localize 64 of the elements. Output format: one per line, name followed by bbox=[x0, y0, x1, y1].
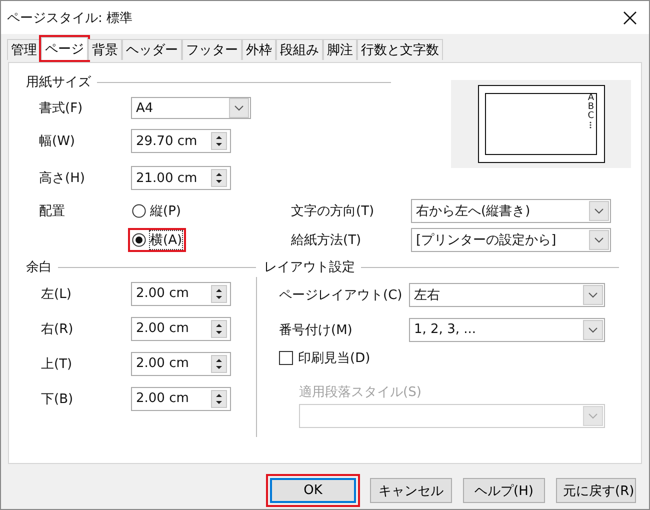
chevron-icon bbox=[583, 320, 603, 340]
dropdown[interactable]: 左右 bbox=[409, 282, 605, 306]
radio-icon[interactable] bbox=[132, 233, 146, 247]
preview-letter: A bbox=[588, 94, 594, 103]
field-label: 書式(F) bbox=[38, 100, 84, 117]
dots-icon bbox=[589, 121, 592, 129]
field-label: 左(L) bbox=[40, 286, 72, 302]
tab[interactable]: 管理 bbox=[7, 39, 41, 60]
checkbox-option[interactable]: 印刷見当(D) bbox=[279, 347, 619, 369]
field-label: 高さ(H) bbox=[38, 170, 86, 187]
field-label: ページレイアウト(C) bbox=[279, 286, 404, 304]
radio-option[interactable]: 縦(P) bbox=[130, 201, 183, 221]
preview-letter: C bbox=[588, 112, 594, 121]
dropdown[interactable]: 1, 2, 3, ... bbox=[409, 318, 605, 342]
close-icon[interactable] bbox=[623, 10, 637, 24]
spin-field[interactable]: 21.00 cm bbox=[131, 166, 231, 190]
dialog-button[interactable]: 元に戻す(R) bbox=[556, 478, 636, 503]
spinner-icon[interactable] bbox=[211, 169, 227, 187]
dialog-button[interactable]: ヘルプ(H) bbox=[463, 478, 545, 503]
chevron-icon bbox=[589, 230, 609, 250]
field-label: 番号付け(M) bbox=[279, 322, 354, 338]
section-heading: 用紙サイズ bbox=[26, 74, 91, 91]
chevron-icon bbox=[589, 201, 609, 221]
section-heading: 余白 bbox=[26, 259, 52, 276]
tab[interactable]: ページ bbox=[41, 37, 88, 60]
tab[interactable]: 行数と文字数 bbox=[357, 39, 443, 60]
dropdown[interactable]: [プリンターの設定から] bbox=[411, 228, 611, 252]
dropdown[interactable]: 右から左へ(縦書き) bbox=[411, 199, 611, 223]
field-label: 文字の方向(T) bbox=[291, 203, 376, 220]
tab[interactable]: 脚注 bbox=[323, 39, 357, 60]
chevron-icon bbox=[229, 98, 249, 118]
dialog-button[interactable]: キャンセル bbox=[370, 478, 452, 503]
checkbox-icon[interactable] bbox=[279, 351, 293, 365]
spinner-icon[interactable] bbox=[211, 132, 227, 150]
field-label: 右(R) bbox=[40, 320, 74, 338]
format-dropdown[interactable]: A4 bbox=[131, 97, 251, 119]
preview-letter: B bbox=[588, 103, 594, 112]
field-label: 下(B) bbox=[40, 390, 74, 408]
spin-field[interactable]: 2.00 cm bbox=[131, 282, 231, 306]
spin-field[interactable]: 2.00 cm bbox=[131, 386, 231, 410]
field-label: 給紙方法(T) bbox=[291, 232, 362, 249]
field-label: 上(T) bbox=[40, 356, 74, 372]
spinner-icon[interactable] bbox=[211, 320, 227, 338]
spin-field[interactable]: 29.70 cm bbox=[131, 129, 231, 153]
spinner-icon[interactable] bbox=[211, 390, 227, 408]
spinner-icon[interactable] bbox=[211, 354, 227, 372]
section-heading: レイアウト設定 bbox=[264, 259, 355, 276]
tab[interactable]: ヘッダー bbox=[122, 39, 182, 60]
tab[interactable]: 背景 bbox=[88, 39, 122, 60]
tab[interactable]: フッター bbox=[182, 39, 242, 60]
dialog-button[interactable]: OK bbox=[270, 478, 356, 503]
field-label: 配置 bbox=[38, 203, 66, 220]
chevron-icon bbox=[583, 406, 603, 426]
tab[interactable]: 外枠 bbox=[242, 39, 276, 60]
field-label: 幅(W) bbox=[38, 133, 76, 150]
field-label: 適用段落スタイル(S) bbox=[299, 384, 422, 401]
window-title: ページスタイル: 標準 bbox=[7, 10, 133, 26]
spin-field[interactable]: 2.00 cm bbox=[131, 352, 231, 376]
radio-option[interactable]: 横(A) bbox=[130, 230, 184, 250]
spin-field[interactable]: 2.00 cm bbox=[131, 316, 231, 340]
chevron-icon bbox=[583, 284, 603, 304]
tab[interactable]: 段組み bbox=[276, 39, 323, 60]
radio-icon[interactable] bbox=[132, 204, 146, 218]
spinner-icon[interactable] bbox=[211, 284, 227, 302]
